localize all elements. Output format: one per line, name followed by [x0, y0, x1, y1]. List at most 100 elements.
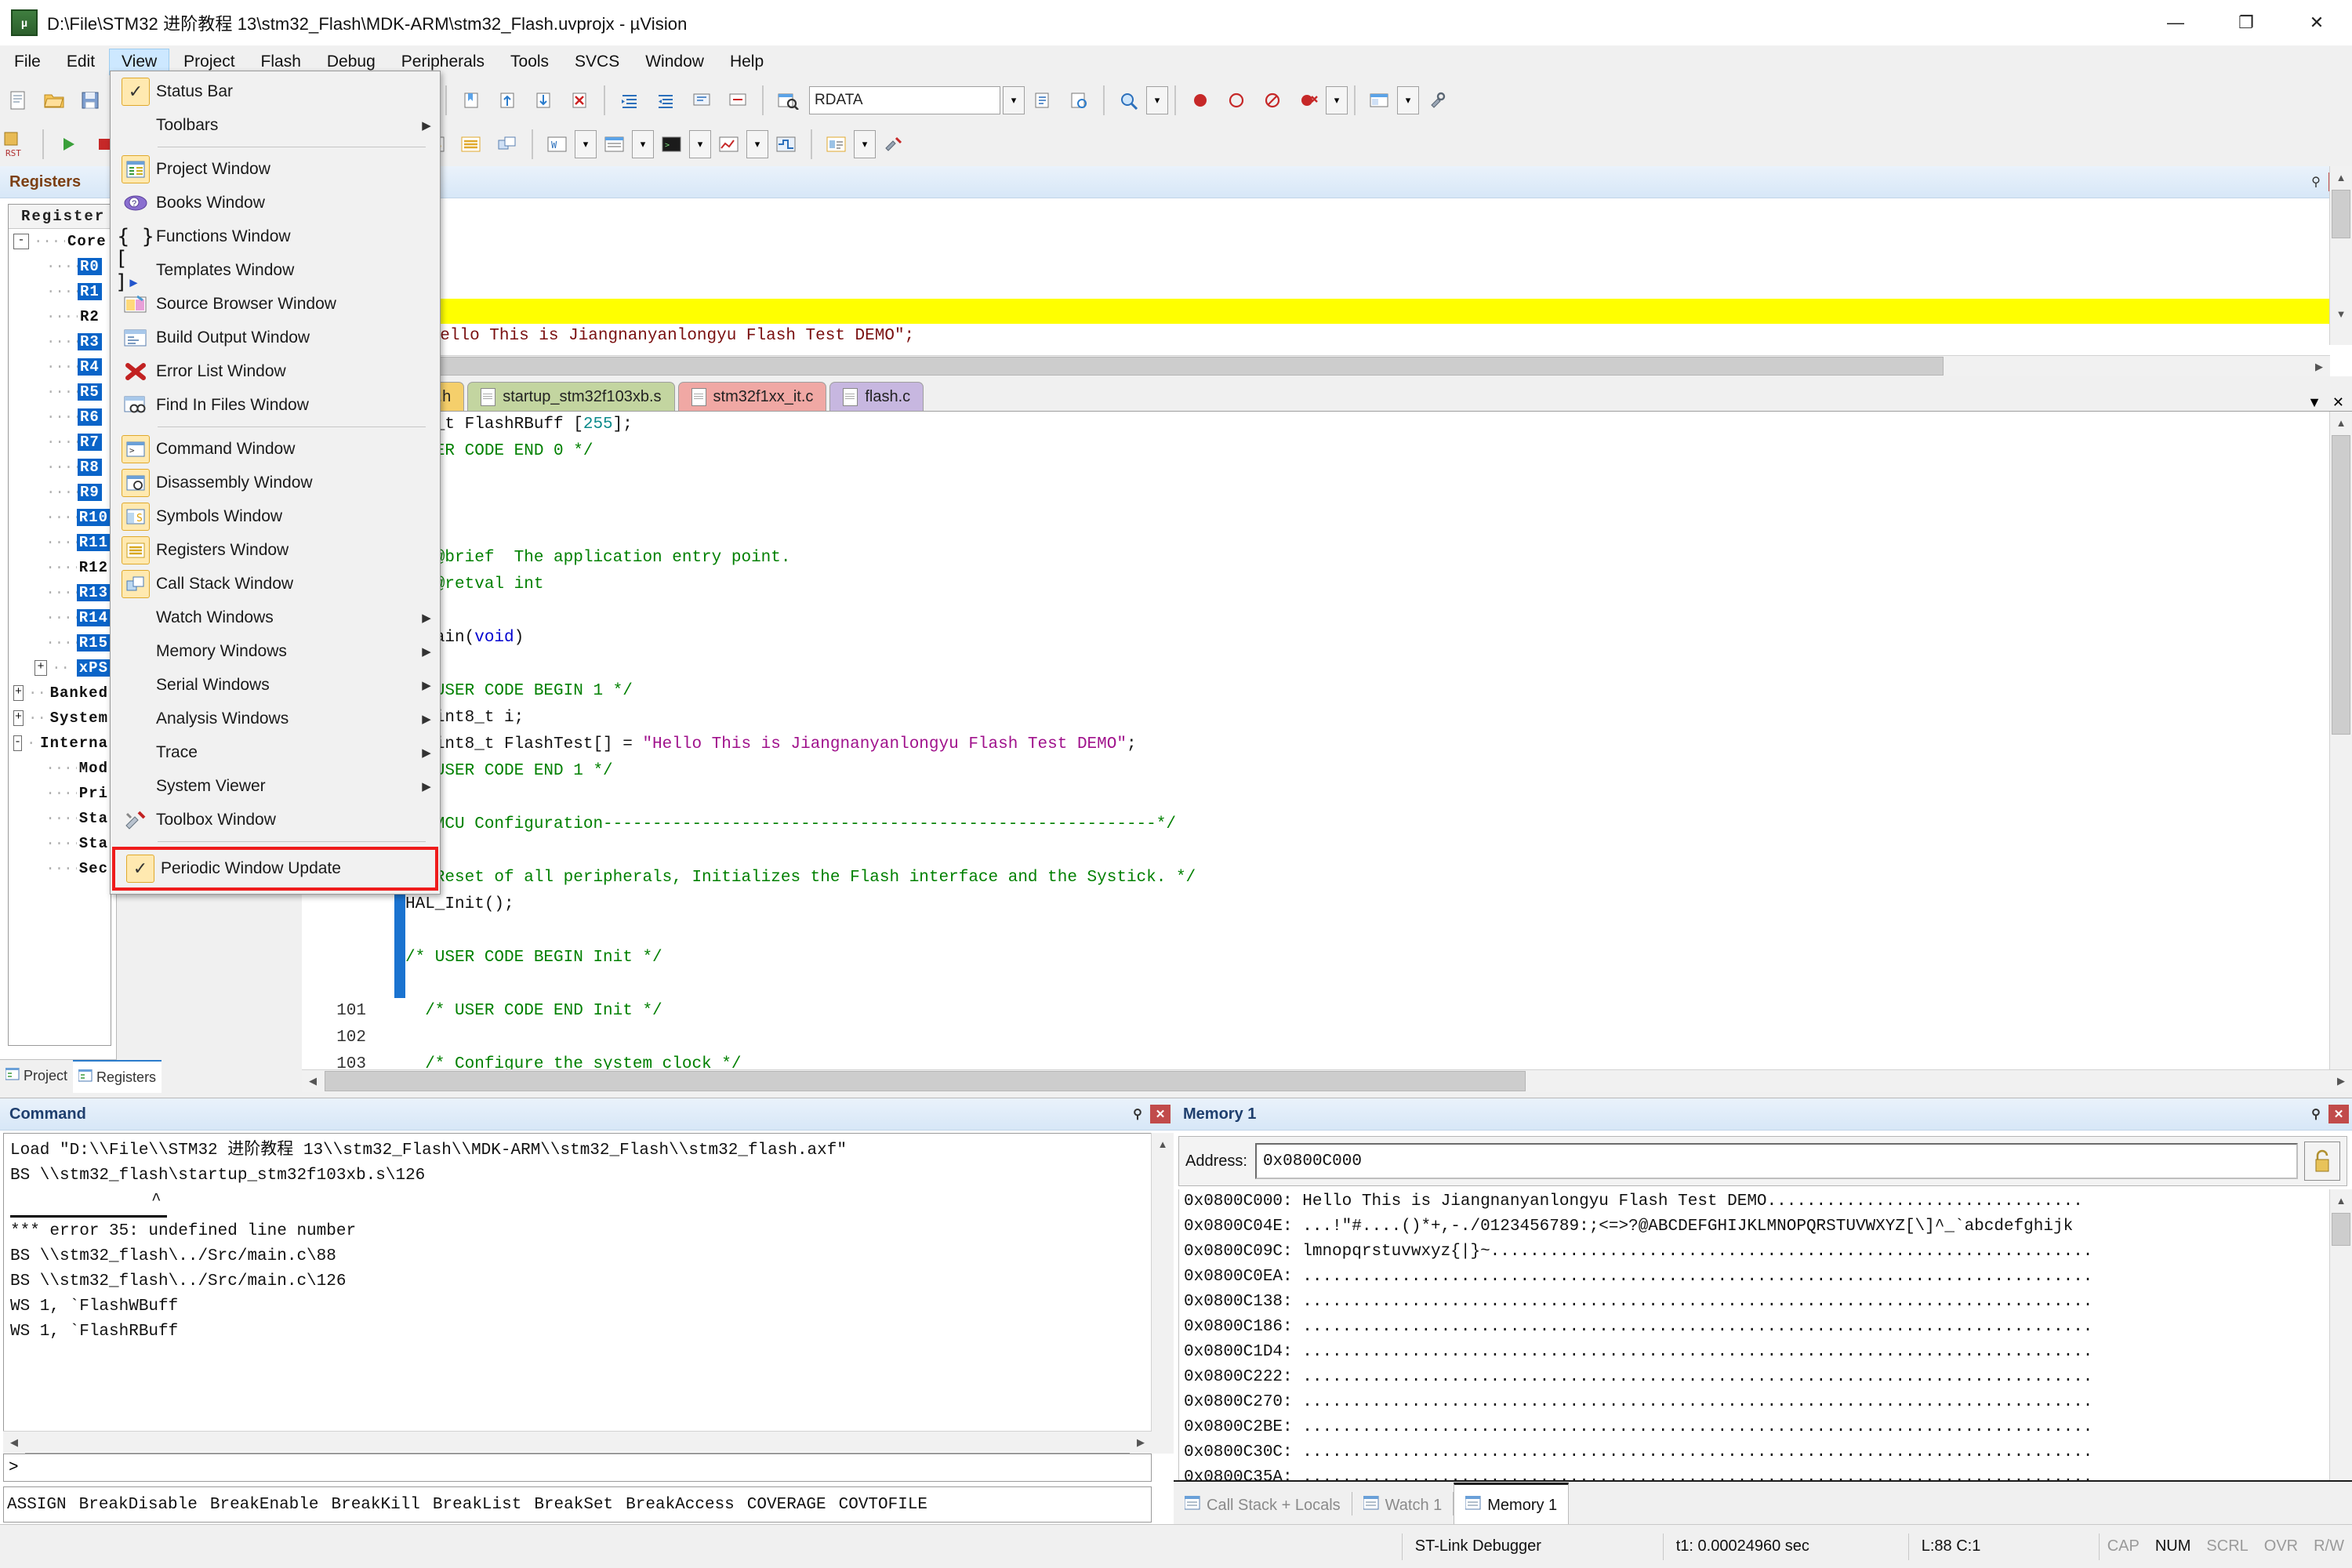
view-menu-item-periodic-window-update[interactable]: ✓Periodic Window Update: [112, 847, 438, 891]
registers-window-icon[interactable]: [455, 128, 488, 161]
disassembly-line[interactable]: /* USER CODE BEGIN 1 */: [116, 249, 2352, 274]
scroll-up-icon[interactable]: ▲: [2330, 1189, 2352, 1211]
find-dropdown-icon[interactable]: ▾: [1003, 86, 1025, 114]
register-row[interactable]: ····R15: [9, 630, 111, 655]
code-line[interactable]: */: [401, 598, 2352, 625]
find-input[interactable]: RDATA: [809, 86, 1000, 114]
configure-icon[interactable]: [1421, 84, 1454, 117]
code-line[interactable]: uint8_t i;: [401, 705, 2352, 731]
command-keyword-bar[interactable]: ASSIGNBreakDisableBreakEnableBreakKillBr…: [3, 1486, 1152, 1523]
command-input[interactable]: >: [3, 1454, 1152, 1482]
command-keyword-breakset[interactable]: BreakSet: [534, 1496, 613, 1514]
view-menu-item-analysis-windows[interactable]: Analysis Windows▶: [111, 702, 440, 735]
indent-icon[interactable]: [613, 84, 646, 117]
register-row[interactable]: ····R1: [9, 279, 111, 304]
editor-vscrollbar[interactable]: ▲: [2329, 412, 2352, 1070]
memory-row[interactable]: 0x0800C270: ............................…: [1179, 1390, 2330, 1415]
scroll-up-icon[interactable]: ▲: [1152, 1133, 1174, 1155]
disassembly-hscrollbar[interactable]: ◀ ▶: [116, 355, 2330, 376]
analysis-windows-icon[interactable]: [713, 128, 746, 161]
close-button[interactable]: ✕: [2281, 0, 2352, 45]
call-stack-window-icon[interactable]: [491, 128, 524, 161]
reset-cpu-icon[interactable]: RST: [2, 128, 34, 161]
system-viewer-dropdown-icon[interactable]: ▾: [854, 130, 876, 158]
code-line[interactable]: HAL_Init();: [401, 891, 2352, 918]
close-icon[interactable]: ✕: [2328, 1105, 2349, 1123]
code-line[interactable]: /* USER CODE END 1 */: [401, 758, 2352, 785]
view-menu-item-symbols-window[interactable]: SSymbols Window: [111, 499, 440, 533]
register-row[interactable]: ····R2: [9, 304, 111, 329]
pane-tab-project[interactable]: Project: [0, 1060, 73, 1091]
tree-expander[interactable]: +: [13, 685, 24, 701]
memory-row[interactable]: 0x0800C138: ............................…: [1179, 1290, 2330, 1315]
bookmark-all-icon[interactable]: [1062, 84, 1095, 117]
code-line[interactable]: /* USER CODE END Init */: [401, 998, 2352, 1025]
code-content[interactable]: nt8_t FlashRBuff [255]; USER CODE END 0 …: [401, 412, 2352, 1092]
view-menu-item-watch-windows[interactable]: Watch Windows▶: [111, 601, 440, 634]
debug-tab-call-stack-locals[interactable]: Call Stack + Locals: [1174, 1485, 1352, 1526]
scroll-right-icon[interactable]: ▶: [1130, 1432, 1152, 1454]
code-line[interactable]: USER CODE END 0 */: [401, 438, 2352, 465]
memory-row[interactable]: 0x0800C09C: lmnopqrstuvwxyz{|}~.........…: [1179, 1240, 2330, 1265]
watch-windows-icon[interactable]: W: [541, 128, 574, 161]
new-file-icon[interactable]: [2, 84, 34, 117]
fold-marker[interactable]: [377, 1025, 394, 1051]
code-line[interactable]: /* Reset of all peripherals, Initializes…: [401, 865, 2352, 891]
view-menu-item-toolbox-window[interactable]: Toolbox Window: [111, 803, 440, 837]
view-menu-item-serial-windows[interactable]: Serial Windows▶: [111, 668, 440, 702]
menu-svcs[interactable]: SVCS: [563, 49, 631, 75]
view-menu-item-templates-window[interactable]: [ ]▸Templates Window: [111, 253, 440, 287]
disassembly-line[interactable]: [116, 223, 2352, 249]
register-row[interactable]: ····R5: [9, 379, 111, 405]
register-row[interactable]: +··xPS: [9, 655, 111, 681]
editor-body[interactable]: 101102103104105106 ▶▶ nt8_t FlashRBuff […: [302, 412, 2352, 1092]
code-line[interactable]: * @retval int: [401, 572, 2352, 598]
debug-tab-memory-1[interactable]: Memory 1: [1454, 1483, 1569, 1526]
code-line[interactable]: [401, 652, 2352, 678]
editor-tab-flash-c[interactable]: flash.c: [829, 382, 924, 411]
command-keyword-breakdisable[interactable]: BreakDisable: [79, 1496, 198, 1514]
register-row[interactable]: +····Banked: [9, 681, 111, 706]
register-row[interactable]: ····R6: [9, 405, 111, 430]
register-row[interactable]: ····R8: [9, 455, 111, 480]
minimize-button[interactable]: —: [2140, 0, 2211, 45]
code-line[interactable]: [401, 971, 2352, 998]
code-line[interactable]: /* MCU Configuration--------------------…: [401, 811, 2352, 838]
editor-tab-stm32f1xx-it-c[interactable]: stm32f1xx_it.c: [678, 382, 827, 411]
toolbox-icon[interactable]: [877, 128, 910, 161]
register-row[interactable]: ····R9: [9, 480, 111, 505]
memory-windows-icon[interactable]: [598, 128, 631, 161]
registers-tree[interactable]: Register -····Core····R0····R1····R2····…: [8, 204, 111, 1046]
next-bookmark-icon[interactable]: [527, 84, 560, 117]
command-hscrollbar[interactable]: ◀ ▶: [3, 1431, 1152, 1452]
register-row[interactable]: ····R12: [9, 555, 111, 580]
code-line[interactable]: [401, 465, 2352, 492]
find-in-files-icon[interactable]: [771, 84, 804, 117]
save-icon[interactable]: [74, 84, 107, 117]
close-icon[interactable]: ✕: [1150, 1105, 1171, 1123]
disassembly-line[interactable]: uint8_t i;: [116, 274, 2352, 299]
disassembly-line[interactable]: 8 B08C SUB sp,sp,#0x30: [116, 299, 2352, 324]
address-input[interactable]: 0x0800C000: [1255, 1143, 2298, 1179]
tree-expander[interactable]: +: [13, 710, 24, 726]
scroll-up-icon[interactable]: ▲: [2330, 166, 2352, 188]
memory-dropdown-icon[interactable]: ▾: [632, 130, 654, 158]
system-viewer-icon[interactable]: [820, 128, 853, 161]
pin-icon[interactable]: ⚲: [1128, 1105, 1147, 1123]
menu-tools[interactable]: Tools: [499, 49, 561, 75]
comment-icon[interactable]: [685, 84, 718, 117]
view-menu-item-call-stack-window[interactable]: Call Stack Window: [111, 567, 440, 601]
code-line[interactable]: [401, 918, 2352, 945]
close-tab-icon[interactable]: ✕: [2332, 394, 2344, 411]
disassembly-body[interactable]: 6 4770 BX lr /* USER CODE BEGIN 1 */ uin…: [116, 198, 2352, 377]
prev-bookmark-icon[interactable]: [491, 84, 524, 117]
tree-expander[interactable]: -: [13, 735, 22, 751]
command-keyword-covtofile[interactable]: COVTOFILE: [839, 1496, 927, 1514]
view-menu-item-system-viewer[interactable]: System Viewer▶: [111, 769, 440, 803]
command-output[interactable]: Load "D:\\File\\STM32 进阶教程 13\\stm32_Fla…: [3, 1133, 1152, 1454]
run-icon[interactable]: [52, 128, 85, 161]
tab-list-dropdown-icon[interactable]: ▼: [2307, 394, 2321, 411]
disable-breakpoint-icon[interactable]: [1220, 84, 1253, 117]
register-row[interactable]: -····Core: [9, 229, 111, 254]
scroll-left-icon[interactable]: ◀: [3, 1432, 25, 1454]
